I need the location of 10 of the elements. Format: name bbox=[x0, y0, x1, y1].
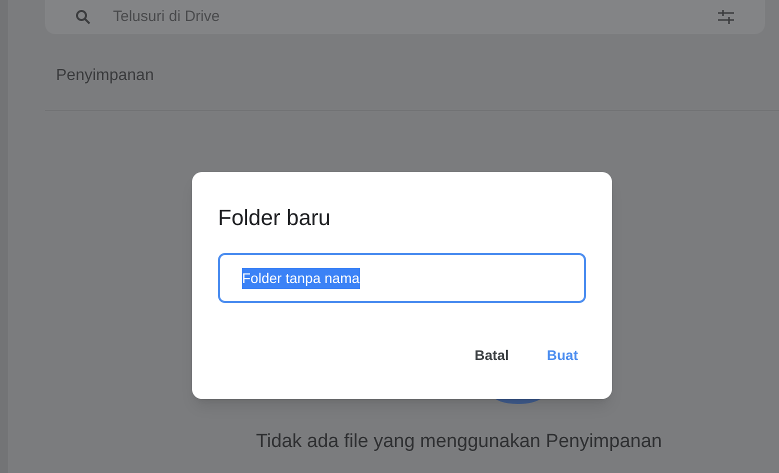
cancel-button[interactable]: Batal bbox=[466, 339, 517, 372]
empty-message: Tidak ada file yang menggunakan Penyimpanan bbox=[256, 430, 662, 454]
search-placeholder: Telusuri di Drive bbox=[113, 6, 221, 27]
folder-name-field[interactable]: Folder tanpa nama bbox=[218, 253, 586, 303]
search-icon bbox=[75, 9, 91, 25]
filter-icon[interactable] bbox=[717, 10, 735, 24]
search-bar[interactable]: Telusuri di Drive bbox=[45, 0, 765, 34]
dialog-title: Folder baru bbox=[218, 204, 332, 232]
create-button[interactable]: Buat bbox=[538, 339, 586, 372]
section-title: Penyimpanan bbox=[56, 66, 155, 86]
